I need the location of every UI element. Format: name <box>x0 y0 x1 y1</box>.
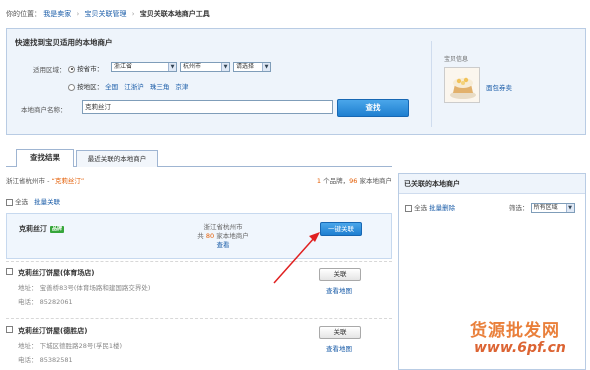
search-form: 适用区域： 按省市： 浙江省 ▼ 杭州市 ▼ 请选择 ▼ 按地区： 全国 江浙沪… <box>7 29 429 134</box>
breadcrumb-link-link-management[interactable]: 宝贝关联管理 <box>85 10 127 18</box>
product-info-label: 宝贝信息 <box>444 56 469 63</box>
linked-select-all-label: 全选 <box>414 204 428 212</box>
linked-panel-title: 已关联的本地商户 <box>399 174 585 194</box>
district-select[interactable]: 请选择 ▼ <box>233 62 271 72</box>
linked-select-all-checkbox[interactable] <box>405 204 412 212</box>
search-panel: 快速找到宝贝适用的本地商户 适用区域： 按省市： 浙江省 ▼ 杭州市 ▼ 请选择… <box>6 28 586 135</box>
select-all-label: 全选 <box>15 198 29 206</box>
merchant-phone: 电话： 85282061 <box>18 298 73 306</box>
tab-search-results[interactable]: 查找结果 <box>16 149 74 167</box>
product-thumbnail[interactable] <box>444 67 480 103</box>
bulk-link-button[interactable]: 批量关联 <box>34 198 60 206</box>
city-select-value: 杭州市 <box>183 63 202 70</box>
merchant-row: 克莉丝汀饼屋(德胜店) 地址： 下城区德胜路28号(孚民1楼) 电话： 8538… <box>6 318 392 370</box>
tab-recent-linked[interactable]: 最近关联的本地商户 <box>76 150 158 167</box>
breadcrumb-current: 宝贝关联本地商户工具 <box>139 10 210 18</box>
chevron-down-icon: ▼ <box>168 63 176 71</box>
brand-name: 克莉丝汀 品牌 <box>19 224 65 234</box>
breadcrumb-link-seller[interactable]: 我是卖家 <box>43 10 71 18</box>
radio-by-area[interactable]: 按地区： 全国 江浙沪 珠三角 京津 <box>68 81 192 91</box>
area-link-pearl-delta[interactable]: 珠三角 <box>150 83 170 91</box>
results-summary: 浙江省杭州市 - “克莉丝汀” 1 个品牌，96 家本地商户 <box>6 175 392 185</box>
merchant-name: 克莉丝汀饼屋(德胜店) <box>18 327 88 335</box>
area-link-national[interactable]: 全国 <box>105 83 118 91</box>
breadcrumb-prefix: 你的位置： <box>6 10 41 18</box>
brand-info: 浙江省杭州市 共 80 家本地商户 查看 <box>183 223 263 250</box>
link-merchant-button[interactable]: 关联 <box>319 268 361 281</box>
search-button[interactable]: 查找 <box>337 99 409 117</box>
region-filter: 筛选： 所有区域 ▼ <box>509 202 575 213</box>
region-label: 适用区域： <box>33 66 66 74</box>
merchant-row: 克莉丝汀饼屋(体育场店) 地址： 宝善桥83号(体育场路和建国路交界处) 电话：… <box>6 261 392 316</box>
results-count: 1 个品牌，96 家本地商户 <box>317 175 392 185</box>
merchant-checkbox[interactable] <box>6 268 13 275</box>
area-link-jingjin[interactable]: 京津 <box>175 83 188 91</box>
breadcrumb-separator: › <box>76 10 80 18</box>
panel-divider <box>431 41 432 127</box>
province-select-value: 浙江省 <box>114 63 133 70</box>
brand-count-suffix: 个品牌， <box>321 177 350 185</box>
merchant-name-label: 本地商户名称： <box>21 106 67 114</box>
merchant-count-suffix: 家本地商户 <box>357 177 392 185</box>
one-click-link-button[interactable]: 一键关联 <box>320 222 362 236</box>
breadcrumb: 你的位置： 我是卖家 › 宝贝关联管理 › 宝贝关联本地商户工具 <box>6 9 210 19</box>
region-filter-select[interactable]: 所有区域 ▼ <box>530 203 575 213</box>
brand-count-value: 80 <box>205 232 215 240</box>
cake-image-icon <box>445 68 479 102</box>
brand-name-text: 克莉丝汀 <box>19 225 47 233</box>
merchant-checkbox[interactable] <box>6 326 13 333</box>
result-tabs: 查找结果 最近关联的本地商户 <box>6 149 392 167</box>
chevron-down-icon: ▼ <box>565 204 574 212</box>
product-name-link[interactable]: 面包券卖 <box>486 82 512 92</box>
bulk-unlink-button[interactable]: 批量删除 <box>429 204 455 212</box>
merchant-address: 地址： 宝善桥83号(体育场路和建国路交界处) <box>18 284 151 292</box>
brand-count-suffix: 家本地商户 <box>214 232 249 240</box>
brand-count-prefix: 共 <box>197 232 206 240</box>
select-all-checkbox[interactable] <box>6 198 13 206</box>
merchant-name-input[interactable]: 克莉丝汀 <box>82 100 333 114</box>
radio-by-city[interactable]: 按省市： <box>68 63 103 73</box>
view-map-link[interactable]: 查看地图 <box>326 285 352 295</box>
region-filter-value: 所有区域 <box>533 204 558 211</box>
results-location: 浙江省杭州市 - <box>6 177 52 185</box>
breadcrumb-separator: › <box>131 10 135 18</box>
select-all-row: 全选 批量关联 <box>6 196 60 206</box>
filter-label: 筛选： <box>509 204 529 212</box>
brand-region: 浙江省杭州市 <box>203 223 243 231</box>
city-select[interactable]: 杭州市 ▼ <box>180 62 230 72</box>
chevron-down-icon: ▼ <box>221 63 229 71</box>
radio-by-city-label: 按省市： <box>77 65 104 73</box>
watermark-url: www.6pf.cn <box>474 340 566 356</box>
area-link-jiangzhehu[interactable]: 江浙沪 <box>124 83 144 91</box>
brand-result-row: 克莉丝汀 品牌 浙江省杭州市 共 80 家本地商户 查看 一键关联 <box>6 213 392 259</box>
brand-merchant-count: 共 80 家本地商户 <box>183 232 263 241</box>
view-map-link[interactable]: 查看地图 <box>326 343 352 353</box>
merchant-name: 克莉丝汀饼屋(体育场店) <box>18 269 95 277</box>
province-select[interactable]: 浙江省 ▼ <box>111 62 177 72</box>
link-merchant-button[interactable]: 关联 <box>319 326 361 339</box>
radio-by-city-button[interactable] <box>68 65 75 73</box>
brand-badge: 品牌 <box>50 225 65 233</box>
radio-by-area-label: 按地区： <box>77 83 104 91</box>
merchant-address: 地址： 下城区德胜路28号(孚民1楼) <box>18 342 123 350</box>
linked-panel-tools: 全选 批量删除 筛选： 所有区域 ▼ <box>405 202 581 213</box>
results-keyword: “克莉丝汀” <box>51 177 85 185</box>
watermark-text: 货源批发网 <box>470 321 560 341</box>
district-select-value: 请选择 <box>236 63 255 70</box>
radio-by-area-button[interactable] <box>68 83 75 91</box>
merchant-phone: 电话： 85382581 <box>18 356 73 364</box>
brand-view-link[interactable]: 查看 <box>217 241 230 249</box>
chevron-down-icon: ▼ <box>262 63 270 71</box>
